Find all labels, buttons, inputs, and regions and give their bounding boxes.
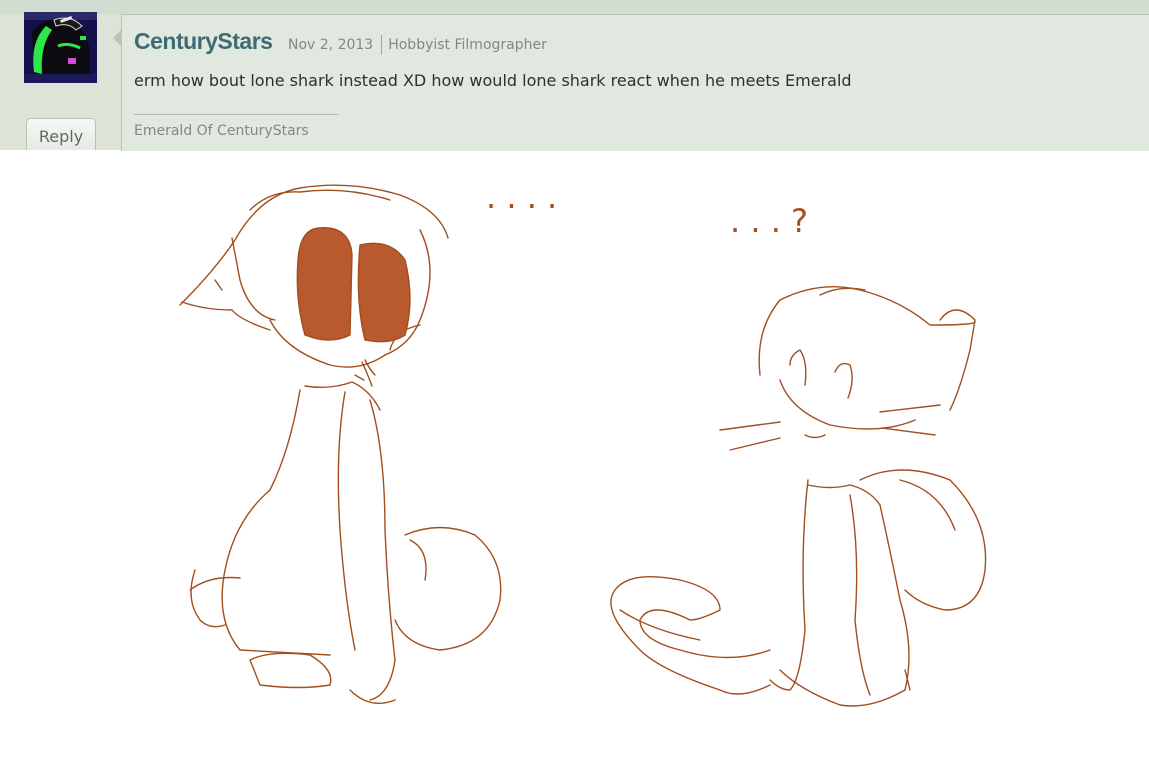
comment-author-link[interactable]: CenturyStars [134,28,273,55]
comment-date[interactable]: Nov 2, 2013 [288,37,373,53]
avatar[interactable] [24,12,97,83]
comment-signature: Emerald Of CenturyStars [134,123,309,139]
comment-section: Reply CenturyStars Nov 2, 2013 Hobbyist F… [0,0,1149,151]
top-strip [0,0,1149,14]
comment-body: erm how bout lone shark instead XD how w… [134,71,852,90]
comment-meta: Nov 2, 2013 Hobbyist Filmographer [288,35,547,55]
author-role: Hobbyist Filmographer [388,37,547,53]
cats-sketch-illustration: . . . . . . . ? [179,178,987,707]
meta-divider [381,35,383,55]
avatar-image-icon [24,12,97,83]
reply-button[interactable]: Reply [26,118,96,150]
signature-divider [134,114,339,115]
left-cat-sketch [179,184,502,704]
card-pointer [113,30,121,46]
sketch-drawing: . . . . . . . ? [0,150,1149,758]
left-ellipsis-text: . . . . [486,178,557,216]
right-question-text: . . . ? [730,202,808,240]
right-cat-sketch [610,286,987,707]
